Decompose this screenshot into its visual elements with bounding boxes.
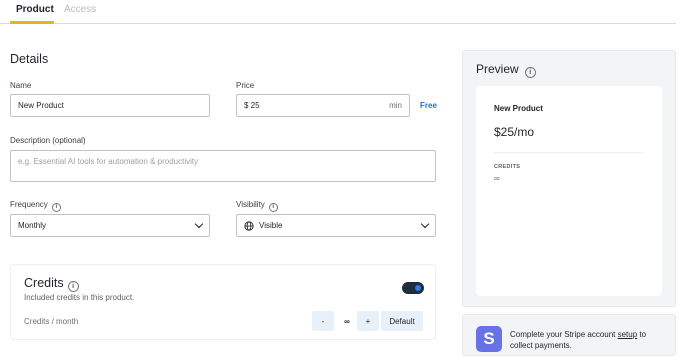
credits-title: Credits: [24, 276, 64, 290]
credits-title-wrap: Credits i: [24, 276, 79, 292]
info-icon[interactable]: i: [268, 203, 278, 212]
frequency-label: Frequency: [10, 200, 48, 209]
chevron-down-icon: [194, 219, 204, 229]
tab-bar: Product Access: [0, 0, 676, 24]
name-field-value: New Product: [18, 101, 64, 110]
stripe-text-before: Complete your Stripe account: [510, 330, 618, 339]
preview-price: $25/mo: [494, 125, 535, 139]
info-icon[interactable]: i: [51, 203, 61, 212]
stripe-logo: S: [476, 326, 502, 352]
toggle-knob: [415, 285, 421, 291]
price-field[interactable]: $ 25 min: [236, 94, 410, 117]
preview-title: Preview: [476, 62, 519, 76]
credits-card: Credits i Included credits in this produc…: [10, 264, 436, 340]
chevron-down-icon: [420, 219, 430, 229]
frequency-value: Monthly: [18, 221, 47, 230]
description-label: Description (optional): [10, 136, 86, 145]
frequency-label-wrap: Frequency i: [10, 200, 61, 212]
credits-subtitle: Included credits in this product.: [24, 293, 135, 302]
free-link[interactable]: Free: [420, 101, 437, 110]
stripe-setup-link[interactable]: setup: [618, 330, 638, 339]
decrement-button[interactable]: -: [312, 311, 334, 331]
preview-panel: Preview i New Product $25/mo CREDITS ∞: [462, 50, 676, 307]
globe-icon: [244, 220, 254, 231]
description-field[interactable]: e.g. Essential AI tools for automation &…: [10, 150, 436, 182]
stripe-message: Complete your Stripe account setup to co…: [510, 329, 670, 351]
preview-product-name: New Product: [494, 104, 543, 113]
description-placeholder: e.g. Essential AI tools for automation &…: [18, 157, 199, 166]
stripe-banner: S Complete your Stripe account setup to …: [462, 314, 676, 356]
preview-card: New Product $25/mo CREDITS ∞: [476, 86, 662, 296]
preview-title-wrap: Preview i: [476, 62, 536, 78]
default-button[interactable]: Default: [381, 311, 423, 331]
tab-access[interactable]: Access: [64, 4, 96, 15]
price-suffix: min: [389, 101, 402, 110]
price-label: Price: [236, 81, 255, 90]
visibility-label: Visibility: [236, 200, 265, 209]
tab-product[interactable]: Product: [16, 4, 54, 15]
active-tab-indicator: [10, 21, 54, 24]
info-icon[interactable]: i: [524, 67, 536, 78]
frequency-select[interactable]: Monthly: [10, 214, 210, 237]
name-label: Name: [10, 81, 32, 90]
details-title: Details: [10, 52, 49, 66]
visibility-select[interactable]: Visible: [236, 214, 436, 237]
visibility-label-wrap: Visibility i: [236, 200, 278, 212]
preview-credits-label: CREDITS: [494, 164, 521, 170]
info-icon[interactable]: i: [67, 281, 79, 292]
visibility-value: Visible: [259, 221, 283, 230]
credits-toggle[interactable]: [402, 282, 424, 294]
increment-button[interactable]: +: [357, 311, 379, 331]
divider: [494, 152, 644, 153]
price-field-value: $ 25: [244, 101, 260, 110]
credits-value[interactable]: ∞: [337, 311, 357, 331]
name-field[interactable]: New Product: [10, 94, 210, 117]
preview-credits-value: ∞: [494, 174, 500, 183]
credits-per-label: Credits / month: [24, 317, 79, 326]
